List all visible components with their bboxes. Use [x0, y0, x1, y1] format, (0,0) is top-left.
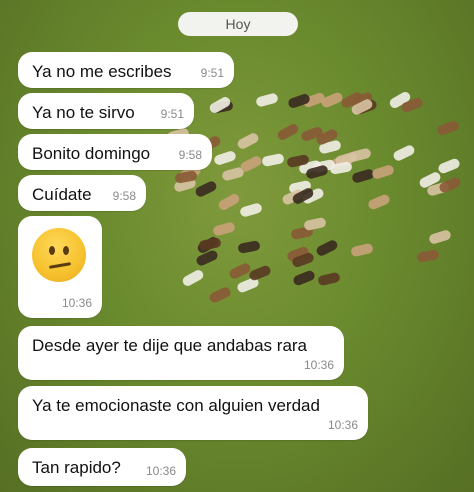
horse-figure	[291, 269, 317, 288]
horse-figure	[198, 236, 222, 251]
horse-figure	[366, 192, 391, 211]
horse-figure	[261, 152, 285, 167]
horse-figure	[437, 157, 462, 175]
message-text: Ya no me escribes	[32, 62, 172, 81]
message-time: 10:36	[303, 358, 334, 372]
message-bubble[interactable]: Tan rapido? 10:36	[18, 448, 186, 486]
horse-figure	[303, 216, 328, 232]
message-bubble[interactable]: Bonito domingo 9:58	[18, 134, 212, 170]
emoji-message-bubble[interactable]: 10:36	[18, 216, 102, 318]
horse-figure	[254, 92, 279, 108]
horse-figure	[213, 149, 238, 166]
horse-figure	[212, 220, 237, 237]
message-text: Tan rapido?	[32, 458, 121, 477]
message-bubble[interactable]: Desde ayer te dije que andabas rara 10:3…	[18, 326, 344, 380]
message-text: Ya no te sirvo	[32, 103, 135, 122]
message-time: 9:58	[112, 189, 136, 203]
horse-figure	[427, 228, 452, 245]
message-bubble[interactable]: Ya no te sirvo 9:51	[18, 93, 194, 129]
emoji-eye	[63, 246, 69, 255]
message-text: Cuídate	[32, 185, 92, 204]
message-text: Ya te emocionaste con alguien verdad	[32, 396, 320, 415]
message-text: Desde ayer te dije que andabas rara	[32, 336, 308, 355]
horse-figure	[371, 163, 396, 180]
date-chip: Hoy	[178, 12, 298, 36]
message-time: 9:51	[160, 107, 184, 121]
horse-figure	[247, 264, 272, 283]
message-bubble[interactable]: Ya te emocionaste con alguien verdad 10:…	[18, 386, 368, 440]
message-bubble[interactable]: Ya no me escribes 9:51	[18, 52, 234, 88]
message-time: 9:58	[178, 148, 202, 162]
horse-figure	[391, 143, 416, 162]
horse-figure	[228, 262, 253, 281]
emoji-mouth	[48, 262, 72, 269]
message-time: 10:36	[61, 296, 92, 310]
confused-face-icon	[32, 228, 86, 282]
emoji-eye	[49, 246, 55, 255]
horse-figure	[348, 147, 373, 163]
horse-figure	[314, 238, 339, 258]
horse-figure	[238, 154, 264, 173]
horse-figure	[276, 122, 301, 142]
horse-figure	[208, 285, 233, 304]
horse-figure	[416, 248, 440, 264]
horse-figure	[437, 176, 462, 194]
horse-figure	[350, 242, 375, 258]
message-time: 9:51	[200, 66, 224, 80]
horse-figure	[237, 239, 262, 254]
horse-figure	[239, 202, 264, 218]
message-bubble[interactable]: Cuídate 9:58	[18, 175, 146, 211]
horse-figure	[317, 271, 341, 287]
message-text: Bonito domingo	[32, 144, 151, 163]
horse-figure	[193, 179, 219, 198]
horse-figure	[435, 119, 461, 137]
message-time: 10:36	[327, 418, 358, 432]
horse-figure	[351, 168, 375, 184]
horse-figure	[235, 131, 260, 151]
horse-figure	[181, 268, 206, 288]
horse-figure	[216, 192, 242, 212]
message-time: 10:36	[145, 464, 176, 478]
